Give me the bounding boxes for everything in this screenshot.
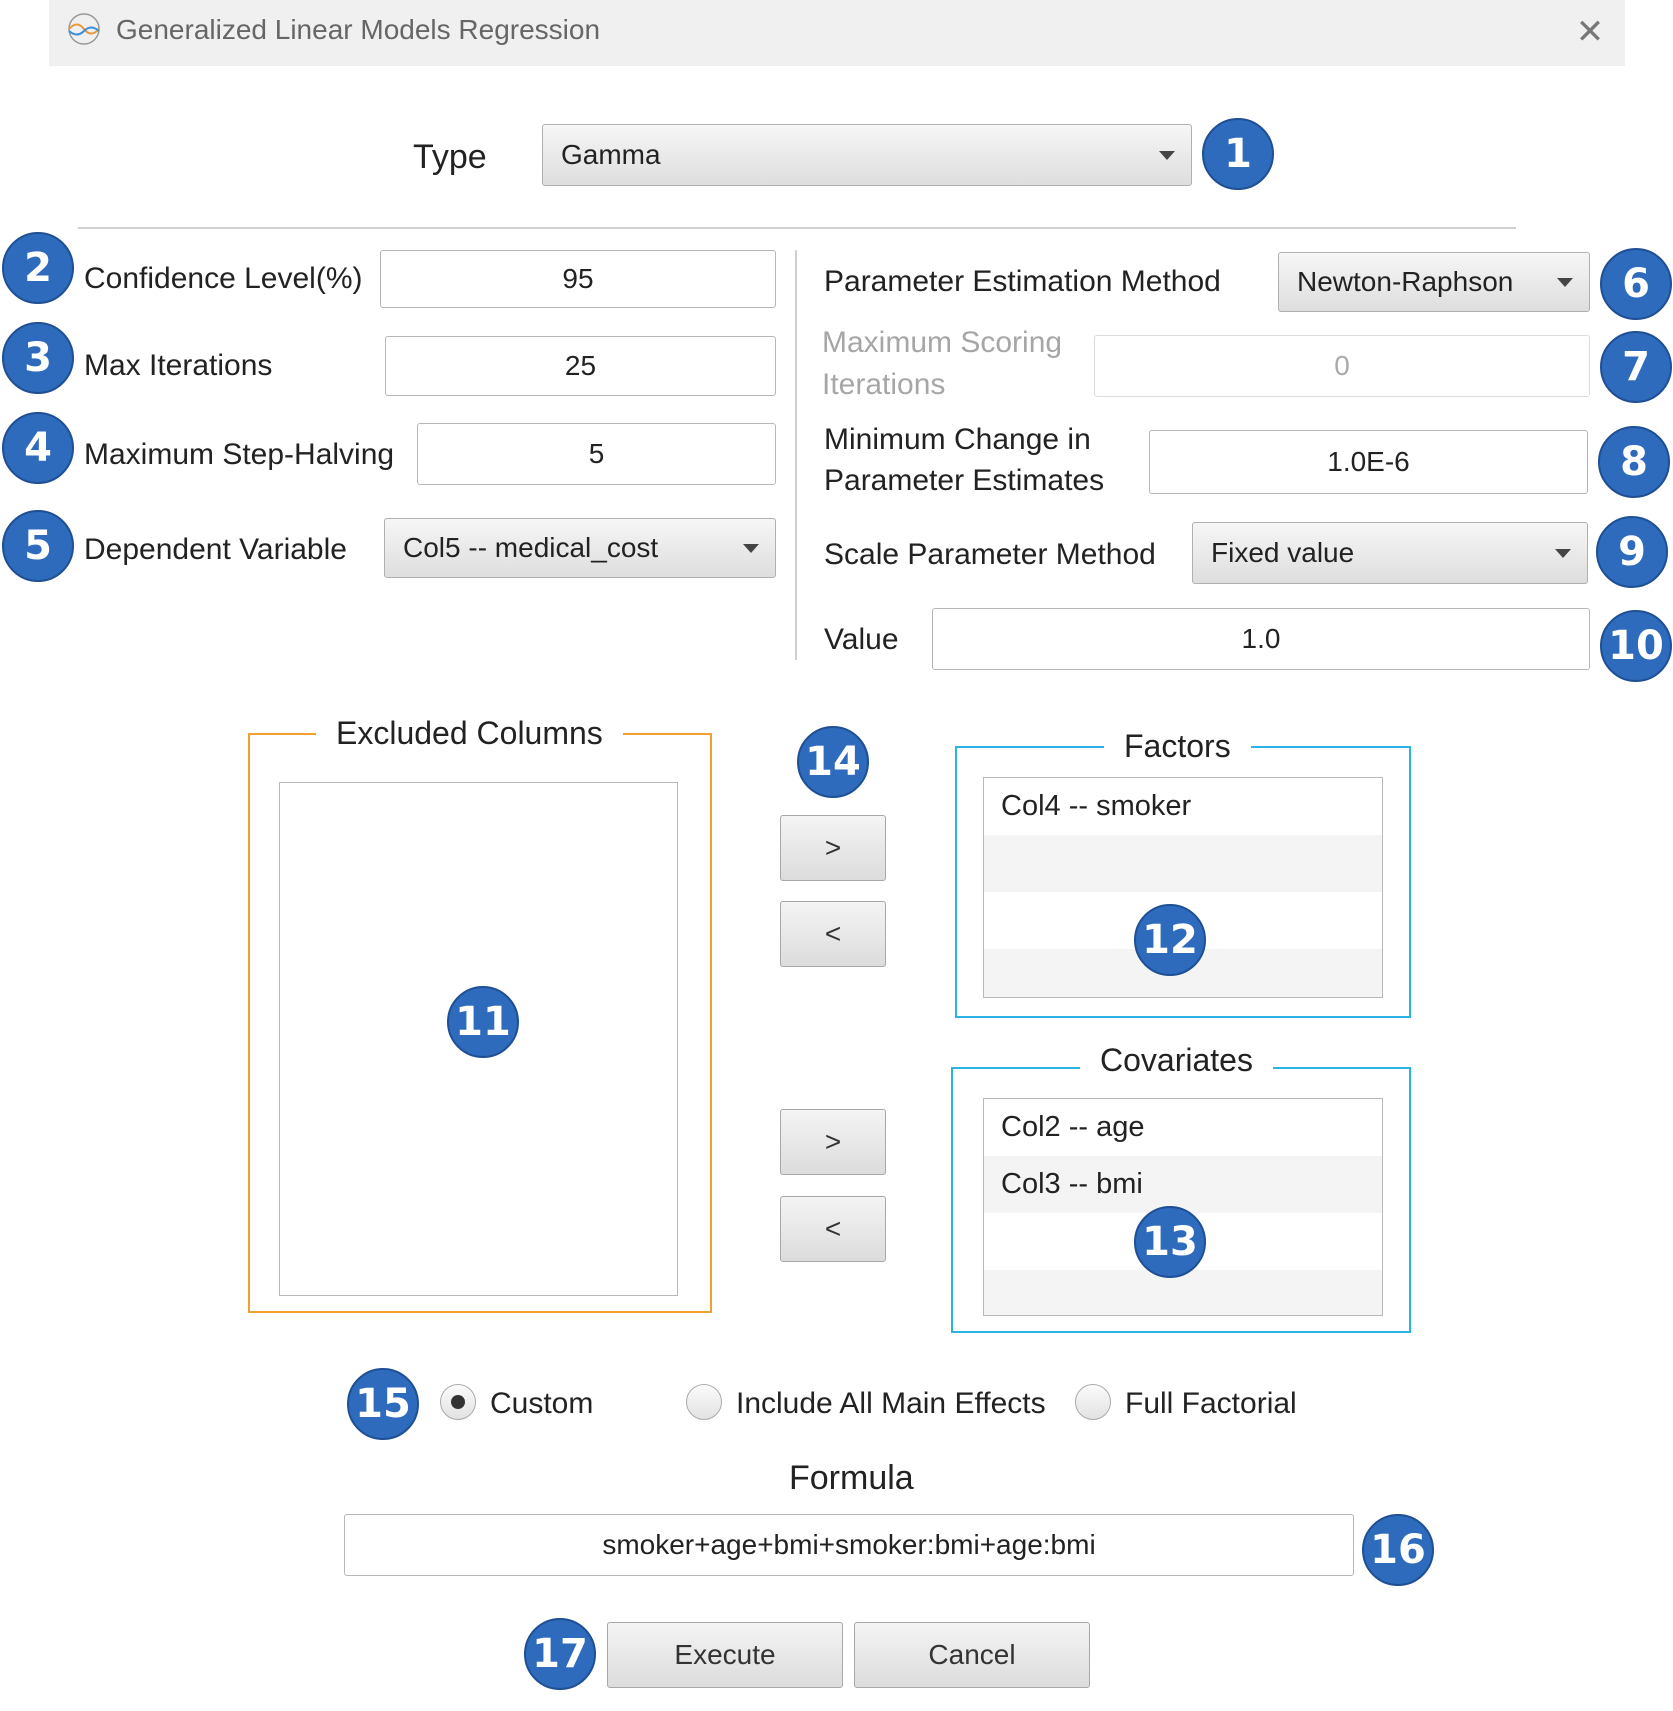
estimation-dropdown[interactable]: Newton-Raphson	[1278, 252, 1590, 312]
confidence-label: Confidence Level(%)	[84, 262, 363, 295]
dependent-dropdown[interactable]: Col5 -- medical_cost	[384, 518, 776, 578]
custom-radio[interactable]	[440, 1384, 476, 1420]
dependent-label: Dependent Variable	[84, 533, 347, 566]
min-change-input[interactable]: 1.0E-6	[1149, 430, 1588, 494]
move-to-factors-button[interactable]: >	[780, 815, 886, 881]
covariates-title: Covariates	[1080, 1042, 1273, 1079]
step-halving-input[interactable]: 5	[417, 423, 776, 485]
list-item[interactable]: Col4 -- smoker	[984, 778, 1382, 835]
callout-badge: 2	[2, 232, 74, 304]
min-change-label-line2: Parameter Estimates	[824, 464, 1105, 497]
cancel-button[interactable]: Cancel	[854, 1622, 1090, 1688]
scoring-input: 0	[1094, 335, 1590, 397]
chevron-down-icon	[743, 544, 759, 553]
callout-badge: 3	[2, 322, 74, 394]
callout-badge: 14	[797, 726, 869, 798]
formula-input[interactable]: smoker+age+bmi+smoker:bmi+age:bmi	[344, 1514, 1354, 1576]
type-value: Gamma	[561, 139, 661, 170]
chevron-down-icon	[1555, 549, 1571, 558]
factors-title: Factors	[1104, 728, 1251, 765]
covariates-list[interactable]: Col2 -- age Col3 -- bmi	[983, 1098, 1383, 1316]
radio-selected-dot	[451, 1395, 465, 1409]
list-item	[984, 1270, 1382, 1315]
close-icon[interactable]: ✕	[1570, 12, 1610, 52]
callout-badge: 6	[1600, 248, 1672, 320]
chevron-down-icon	[1557, 278, 1573, 287]
callout-badge: 16	[1362, 1514, 1434, 1586]
type-dropdown[interactable]: Gamma	[542, 124, 1192, 186]
callout-badge: 7	[1600, 331, 1672, 403]
formula-label: Formula	[789, 1459, 914, 1497]
callout-badge: 15	[347, 1368, 419, 1440]
step-halving-label: Maximum Step-Halving	[84, 438, 395, 471]
execute-button[interactable]: Execute	[607, 1622, 843, 1688]
window-title: Generalized Linear Models Regression	[116, 14, 601, 45]
full-factorial-radio-label[interactable]: Full Factorial	[1125, 1385, 1297, 1423]
scale-value: Fixed value	[1211, 537, 1355, 568]
main-effects-radio[interactable]	[686, 1384, 722, 1420]
type-label: Type	[413, 138, 487, 176]
list-item	[984, 835, 1382, 892]
callout-badge: 13	[1134, 1206, 1206, 1278]
callout-badge: 4	[2, 412, 74, 484]
max-iterations-label: Max Iterations	[84, 349, 273, 382]
full-factorial-radio[interactable]	[1075, 1384, 1111, 1420]
main-effects-radio-label[interactable]: Include All Main Effects	[736, 1385, 1046, 1423]
scoring-label-line1: Maximum Scoring	[822, 326, 1063, 359]
value-input[interactable]: 1.0	[932, 608, 1590, 670]
max-iterations-input[interactable]: 25	[385, 336, 776, 396]
callout-badge: 8	[1598, 426, 1670, 498]
separator	[795, 250, 797, 660]
confidence-input[interactable]: 95	[380, 250, 776, 308]
estimation-label: Parameter Estimation Method	[824, 265, 1221, 298]
dependent-value: Col5 -- medical_cost	[403, 532, 659, 563]
callout-badge: 10	[1600, 610, 1672, 682]
list-item[interactable]: Col2 -- age	[984, 1099, 1382, 1156]
app-icon	[65, 10, 103, 48]
estimation-value: Newton-Raphson	[1297, 266, 1514, 297]
callout-badge: 9	[1596, 516, 1668, 588]
callout-badge: 5	[2, 510, 74, 582]
move-to-covariates-button[interactable]: >	[780, 1109, 886, 1175]
callout-badge: 1	[1202, 118, 1274, 190]
callout-badge: 12	[1134, 904, 1206, 976]
custom-radio-label[interactable]: Custom	[490, 1385, 593, 1423]
scale-label: Scale Parameter Method	[824, 538, 1156, 571]
excluded-columns-title: Excluded Columns	[316, 715, 623, 752]
remove-from-covariates-button[interactable]: <	[780, 1196, 886, 1262]
value-label: Value	[824, 623, 899, 656]
callout-badge: 17	[524, 1618, 596, 1690]
list-item[interactable]: Col3 -- bmi	[984, 1156, 1382, 1213]
scoring-label-line2: Iterations	[822, 368, 946, 401]
separator	[78, 227, 1516, 229]
min-change-label-line1: Minimum Change in	[824, 423, 1091, 456]
remove-from-factors-button[interactable]: <	[780, 901, 886, 967]
chevron-down-icon	[1159, 151, 1175, 160]
scale-dropdown[interactable]: Fixed value	[1192, 522, 1588, 584]
callout-badge: 11	[447, 986, 519, 1058]
